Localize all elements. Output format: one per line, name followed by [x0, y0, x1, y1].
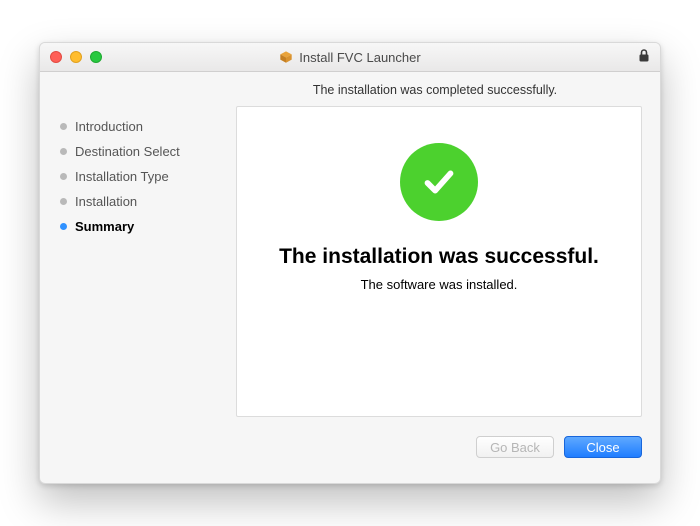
success-check-icon	[400, 143, 478, 221]
titlebar: Install FVC Launcher	[40, 43, 660, 72]
installer-window: Install FVC Launcher The installation wa…	[39, 42, 661, 484]
footer: Go Back Close	[58, 417, 642, 469]
success-heading: The installation was successful.	[279, 245, 599, 269]
step-installation: Installation	[58, 189, 228, 214]
close-window-button[interactable]	[50, 51, 62, 63]
minimize-window-button[interactable]	[70, 51, 82, 63]
step-dot-icon	[60, 198, 67, 205]
step-label: Installation Type	[75, 169, 169, 184]
window-title: Install FVC Launcher	[299, 50, 420, 65]
step-dot-icon	[60, 173, 67, 180]
main-panel: The installation was successful. The sof…	[236, 106, 642, 417]
close-button[interactable]: Close	[564, 436, 642, 458]
window-controls	[50, 51, 102, 63]
step-label: Introduction	[75, 119, 143, 134]
step-destination-select: Destination Select	[58, 139, 228, 164]
step-introduction: Introduction	[58, 114, 228, 139]
step-label: Installation	[75, 194, 137, 209]
step-summary: Summary	[58, 214, 228, 239]
subheader-text: The installation was completed successfu…	[313, 83, 557, 97]
lock-icon	[638, 49, 650, 66]
subheader: The installation was completed successfu…	[58, 76, 642, 104]
go-back-button: Go Back	[476, 436, 554, 458]
step-installation-type: Installation Type	[58, 164, 228, 189]
step-dot-icon	[60, 123, 67, 130]
zoom-window-button[interactable]	[90, 51, 102, 63]
steps-sidebar: Introduction Destination Select Installa…	[58, 106, 228, 417]
content-area: The installation was completed successfu…	[40, 72, 660, 483]
step-dot-icon	[60, 223, 67, 230]
package-icon	[279, 50, 293, 64]
step-label: Summary	[75, 219, 134, 234]
step-dot-icon	[60, 148, 67, 155]
step-label: Destination Select	[75, 144, 180, 159]
success-subtext: The software was installed.	[361, 277, 518, 292]
